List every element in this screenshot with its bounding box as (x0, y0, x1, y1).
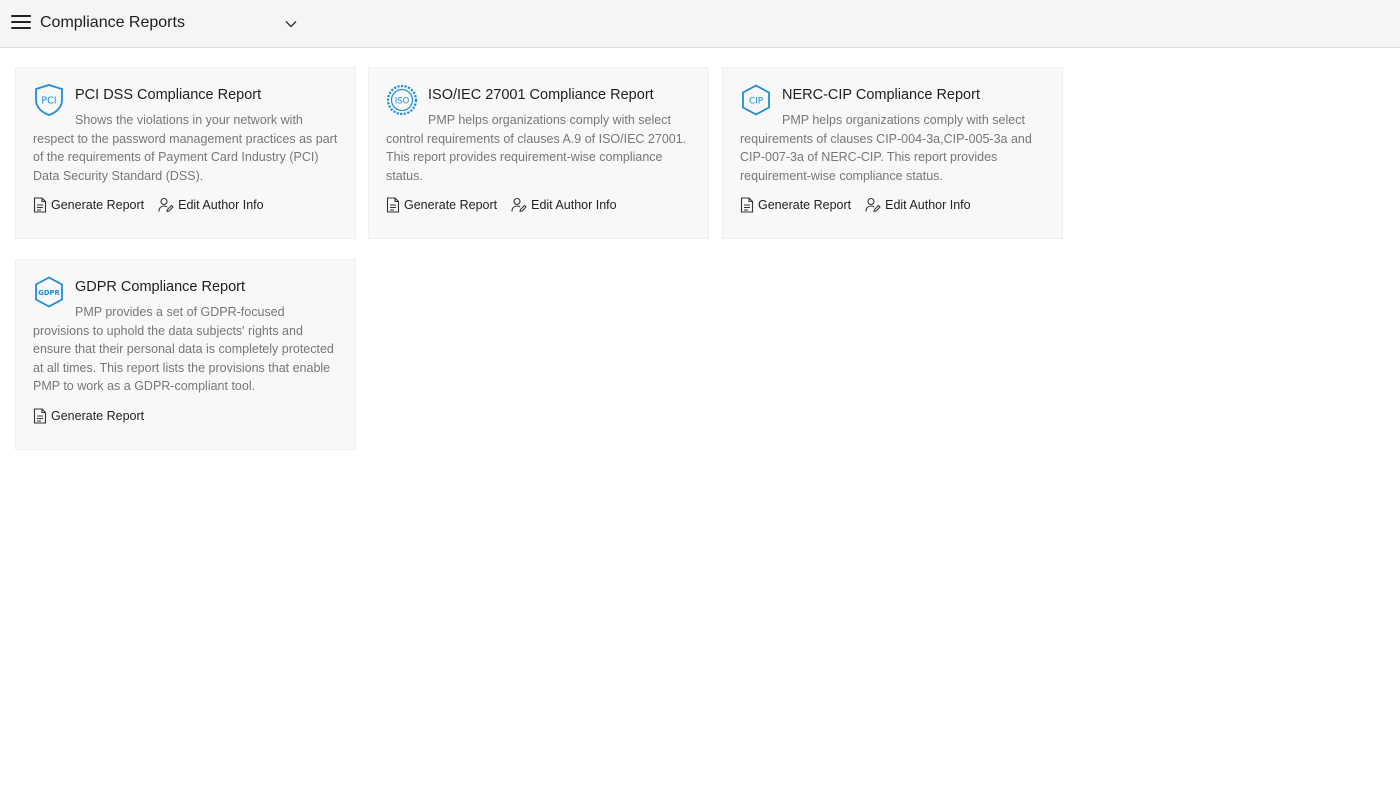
edit-author-info-label: Edit Author Info (178, 198, 264, 212)
document-icon (740, 197, 754, 213)
generate-report-label: Generate Report (758, 198, 852, 212)
edit-author-info-button[interactable]: Edit Author Info (511, 197, 617, 213)
report-title: GDPR Compliance Report (75, 279, 246, 295)
report-card-gdpr: GDPR GDPR Compliance Report PMP provides… (15, 259, 356, 450)
cip-badge-text: CIP (749, 97, 764, 107)
gdpr-badge-text: GDPR (38, 289, 60, 297)
report-card-iso: ISO ISO/IEC 27001 Compliance Report PMP … (368, 67, 709, 239)
document-icon (33, 408, 47, 424)
generate-report-button[interactable]: Generate Report (386, 197, 497, 213)
generate-report-button[interactable]: Generate Report (740, 197, 851, 213)
edit-author-info-button[interactable]: Edit Author Info (865, 197, 971, 213)
document-icon (33, 197, 47, 213)
report-card-pci: PCI PCI DSS Compliance Report Shows the … (15, 67, 356, 239)
report-description: PMP helps organizations comply with sele… (386, 113, 687, 183)
page-title: Compliance Reports (40, 14, 185, 31)
report-description: Shows the violations in your network wit… (33, 113, 338, 183)
user-edit-icon (158, 197, 174, 213)
report-description: PMP helps organizations comply with sele… (740, 113, 1032, 183)
generate-report-button[interactable]: Generate Report (33, 197, 144, 213)
edit-author-info-label: Edit Author Info (531, 198, 617, 212)
report-title: PCI DSS Compliance Report (75, 87, 262, 103)
generate-report-button[interactable]: Generate Report (33, 408, 144, 424)
user-edit-icon (511, 197, 527, 213)
generate-report-label: Generate Report (51, 409, 145, 423)
report-card-nerc-cip: CIP NERC-CIP Compliance Report PMP helps… (722, 67, 1063, 239)
user-edit-icon (865, 197, 881, 213)
report-title: ISO/IEC 27001 Compliance Report (428, 87, 654, 103)
hamburger-menu-icon[interactable] (11, 14, 31, 30)
generate-report-label: Generate Report (404, 198, 498, 212)
top-bar: Compliance Reports (0, 0, 1400, 48)
report-title: NERC-CIP Compliance Report (782, 87, 980, 103)
report-description: PMP provides a set of GDPR-focused provi… (33, 305, 334, 393)
chevron-down-icon[interactable] (284, 17, 298, 31)
document-icon (386, 197, 400, 213)
generate-report-label: Generate Report (51, 198, 145, 212)
edit-author-info-label: Edit Author Info (885, 198, 971, 212)
pci-badge-text: PCI (41, 96, 56, 107)
iso-badge-text: ISO (395, 97, 410, 107)
edit-author-info-button[interactable]: Edit Author Info (158, 197, 264, 213)
